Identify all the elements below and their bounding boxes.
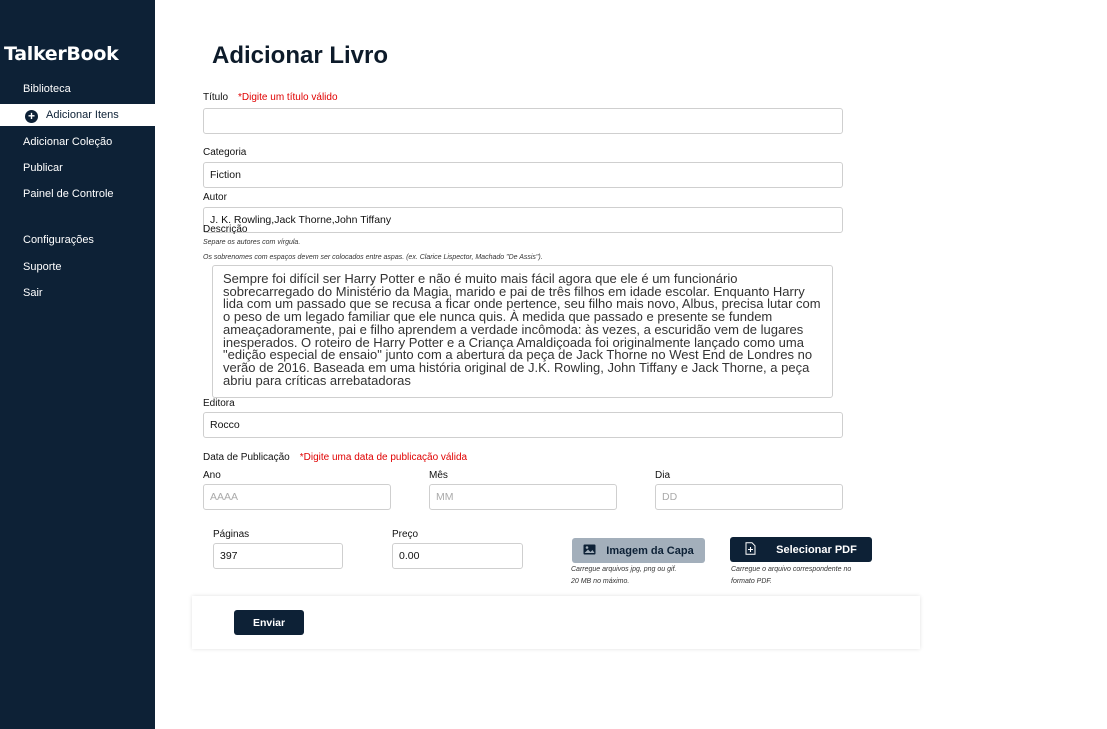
author-hint-separate: Separe os autores com vírgula. — [203, 239, 301, 246]
main-content: Adicionar Livro Título *Digite um título … — [155, 0, 1107, 729]
image-icon — [583, 544, 596, 558]
sidebar-item-adicionar-itens[interactable]: + Adicionar Itens — [0, 104, 155, 126]
price-input[interactable] — [392, 543, 523, 569]
pdf-hint-upload: Carregue o arquivo correspondente no — [731, 566, 852, 573]
author-hint-surnames: Os sobrenomes com espaços devem ser colo… — [203, 254, 543, 261]
category-label: Categoria — [203, 147, 247, 158]
category-input[interactable] — [203, 162, 843, 188]
author-label: Autor — [203, 192, 227, 203]
sidebar-item-publicar[interactable]: Publicar — [0, 157, 155, 179]
title-input[interactable] — [203, 108, 843, 134]
year-input[interactable] — [203, 484, 391, 510]
page-title: Adicionar Livro — [212, 42, 389, 69]
title-label-row: Título *Digite um título válido — [203, 92, 338, 103]
publisher-label: Editora — [203, 398, 235, 409]
publisher-input[interactable] — [203, 412, 843, 438]
pages-label: Páginas — [213, 529, 250, 540]
select-pdf-label: Selecionar PDF — [776, 543, 857, 556]
day-input[interactable] — [655, 484, 843, 510]
sidebar-item-suporte[interactable]: Suporte — [0, 256, 155, 278]
description-textarea[interactable]: Sempre foi difícil ser Harry Potter e nã… — [212, 265, 833, 398]
file-add-icon — [745, 541, 756, 558]
month-input[interactable] — [429, 484, 617, 510]
sidebar-item-configuracoes[interactable]: Configurações — [0, 229, 155, 251]
description-label: Descrição — [203, 224, 248, 235]
pub-date-error: *Digite uma data de publicação válida — [299, 452, 468, 463]
app-logo: TalkerBook — [4, 43, 119, 65]
sidebar-item-biblioteca[interactable]: Biblioteca — [0, 78, 155, 100]
select-pdf-button[interactable]: Selecionar PDF — [730, 537, 872, 562]
sidebar-item-painel-de-controle[interactable]: Painel de Controle — [0, 183, 155, 205]
pdf-hint-format: formato PDF. — [731, 578, 772, 585]
cover-hint-size: 20 MB no máximo. — [571, 578, 630, 585]
title-error: *Digite um título válido — [238, 92, 338, 103]
price-label: Preço — [392, 529, 419, 540]
sidebar-item-adicionar-colecao[interactable]: Adicionar Coleção — [0, 131, 155, 153]
sidebar-item-sair[interactable]: Sair — [0, 282, 155, 304]
pub-date-label-row: Data de Publicação *Digite uma data de pu… — [203, 452, 467, 463]
submit-button[interactable]: Enviar — [234, 610, 304, 635]
pub-date-label: Data de Publicação — [203, 452, 290, 463]
title-label: Título — [203, 92, 229, 103]
day-label: Dia — [655, 470, 671, 481]
month-label: Mês — [429, 470, 448, 481]
pages-input[interactable] — [213, 543, 343, 569]
author-input[interactable] — [203, 207, 843, 233]
sidebar-item-label: Adicionar Itens — [46, 109, 119, 121]
plus-circle-icon: + — [25, 110, 38, 123]
cover-hint-types: Carregue arquivos jpg, png ou gif. — [571, 566, 677, 573]
cover-image-label: Imagem da Capa — [606, 544, 694, 557]
cover-image-button[interactable]: Imagem da Capa — [572, 538, 705, 563]
year-label: Ano — [203, 470, 221, 481]
sidebar: TalkerBook Biblioteca + Adicionar Itens A… — [0, 0, 155, 729]
